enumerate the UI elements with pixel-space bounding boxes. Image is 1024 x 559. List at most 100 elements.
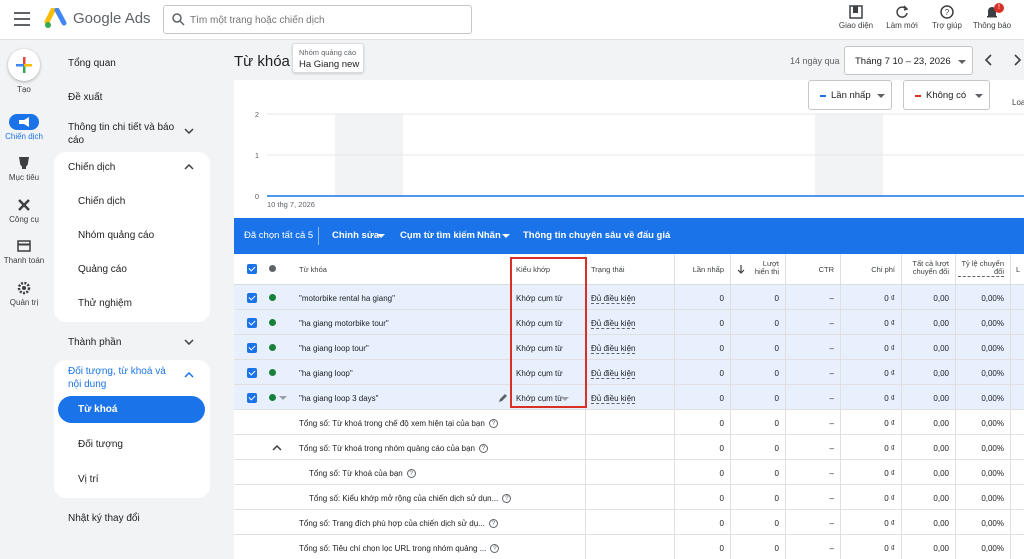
cell-all-conversions: 0,00 bbox=[902, 335, 956, 359]
cell-select bbox=[234, 435, 292, 459]
auction-insights-button[interactable]: Thông tin chuyên sâu về đấu giá bbox=[523, 230, 670, 241]
rail-item-admin[interactable]: Quản trị bbox=[0, 280, 48, 307]
top-bar: Google Ads Giao diện Làm mới ? Trợ giúp … bbox=[0, 0, 1024, 40]
appearance-button[interactable]: Giao diện bbox=[834, 4, 878, 30]
keyword-text[interactable]: "ha giang loop 3 days" bbox=[299, 394, 379, 403]
nav-campaigns-section[interactable]: Chiến dịch bbox=[68, 162, 188, 173]
edit-menu[interactable]: Chỉnh sửa bbox=[332, 230, 379, 241]
row-checkbox[interactable] bbox=[247, 368, 257, 378]
cell-impressions-value: 0 bbox=[774, 319, 779, 328]
row-checkbox[interactable] bbox=[247, 293, 257, 303]
cell-all-conversions: 0,00 bbox=[902, 410, 956, 434]
status-text[interactable]: Đủ điều kiện bbox=[591, 319, 636, 329]
chevron-down-icon[interactable] bbox=[184, 339, 194, 345]
chevron-up-icon[interactable] bbox=[184, 372, 194, 378]
chevron-right-icon[interactable] bbox=[1012, 54, 1022, 66]
nav-item-ads[interactable]: Quảng cáo bbox=[78, 264, 127, 275]
label-menu[interactable]: Nhãn bbox=[477, 230, 501, 241]
card-icon bbox=[17, 240, 31, 252]
nav-item-adgroups[interactable]: Nhóm quảng cáo bbox=[78, 230, 154, 241]
nav-overview[interactable]: Tổng quan bbox=[68, 58, 188, 69]
cell-impressions: 0 bbox=[731, 285, 786, 309]
adgroup-selector[interactable]: Nhóm quảng cáo Ha Giang new bbox=[292, 43, 364, 73]
help-icon[interactable]: ? bbox=[406, 469, 416, 479]
col-keyword[interactable]: Từ khóa bbox=[292, 254, 511, 284]
cell-impressions: 0 bbox=[731, 385, 786, 409]
caret-down-icon bbox=[502, 234, 510, 238]
col-ctr[interactable]: CTR bbox=[786, 254, 841, 284]
cell-match-type bbox=[511, 410, 586, 434]
search-box[interactable] bbox=[163, 5, 472, 34]
nav-recommendations[interactable]: Đề xuất bbox=[68, 92, 188, 103]
select-all-checkbox[interactable] bbox=[247, 264, 257, 274]
nav-audiences-section[interactable]: Đối tượng, từ khoá và nội dung bbox=[68, 365, 180, 391]
chevron-down-icon[interactable] bbox=[184, 128, 194, 134]
col-cut[interactable]: L bbox=[1011, 254, 1024, 284]
keyword-text[interactable]: "ha giang loop tour" bbox=[299, 344, 369, 353]
help-icon: ? bbox=[940, 5, 954, 19]
help-icon[interactable]: ? bbox=[490, 544, 500, 554]
rail-item-goals[interactable]: Mục tiêu bbox=[0, 155, 48, 182]
cell-cost: 0 ₫ bbox=[841, 310, 902, 334]
nav-item-audiences[interactable]: Đối tượng bbox=[78, 439, 123, 450]
chevron-left-icon[interactable] bbox=[984, 54, 994, 66]
help-icon[interactable]: ? bbox=[502, 494, 511, 504]
cell-all-conversions-value: 0,00 bbox=[933, 294, 949, 303]
keyword-text[interactable]: "motorbike rental ha giang" bbox=[299, 294, 395, 303]
nav-insights[interactable]: Thông tin chi tiết và báo cáo bbox=[68, 121, 176, 147]
pencil-icon[interactable] bbox=[498, 393, 508, 403]
table-row[interactable]: "ha giang loop 3 days" Khớp cụm từ Đủ điều… bbox=[234, 385, 1024, 410]
cell-impressions-value: 0 bbox=[774, 369, 779, 378]
status-text[interactable]: Đủ điều kiện bbox=[591, 394, 636, 404]
notifications-button[interactable]: ! Thông báo bbox=[970, 3, 1014, 30]
nav-item-experiments[interactable]: Thử nghiệm bbox=[78, 298, 132, 309]
row-checkbox[interactable] bbox=[247, 318, 257, 328]
cell-all-conversions: 0,00 bbox=[902, 485, 956, 509]
nav-item-keywords[interactable]: Từ khoá bbox=[58, 396, 205, 423]
keyword-text[interactable]: "ha giang motorbike tour" bbox=[299, 319, 389, 328]
table-row[interactable]: "ha giang motorbike tour" Khớp cụm từ Đủ đ… bbox=[234, 310, 1024, 335]
col-clicks[interactable]: Lần nhấp bbox=[675, 254, 731, 284]
nav-change-history[interactable]: Nhật ký thay đổi bbox=[68, 513, 188, 524]
menu-icon[interactable] bbox=[14, 12, 30, 26]
col-all-conversions[interactable]: Tất cả lượt chuyển đổi bbox=[902, 254, 956, 284]
create-button[interactable] bbox=[8, 49, 40, 81]
table-row[interactable]: "ha giang loop" Khớp cụm từ Đủ điều kiện 0 0… bbox=[234, 360, 1024, 385]
nav-assets[interactable]: Thành phần bbox=[68, 337, 188, 348]
col-impressions[interactable]: Lượt hiển thị bbox=[731, 254, 786, 284]
keyword-text[interactable]: "ha giang loop" bbox=[299, 369, 353, 378]
table-row[interactable]: "ha giang loop tour" Khớp cụm từ Đủ điều k… bbox=[234, 335, 1024, 360]
col-conv-rate[interactable]: Tỷ lệ chuyển đổi bbox=[956, 254, 1011, 284]
rail-item-tools[interactable]: Công cụ bbox=[0, 197, 48, 224]
cell-select bbox=[234, 485, 292, 509]
chevron-up-icon[interactable] bbox=[184, 164, 194, 170]
refresh-button[interactable]: Làm mới bbox=[880, 4, 924, 30]
search-terms-button[interactable]: Cụm từ tìm kiếm bbox=[400, 230, 475, 241]
date-range-picker[interactable]: Tháng 7 10 – 23, 2026 bbox=[844, 46, 973, 75]
nav-item-campaigns[interactable]: Chiến dịch bbox=[78, 196, 125, 207]
table-row[interactable]: "motorbike rental ha giang" Khớp cụm từ Đủ… bbox=[234, 285, 1024, 310]
cell-impressions: 0 bbox=[731, 510, 786, 534]
status-text[interactable]: Đủ điều kiện bbox=[591, 369, 636, 379]
row-checkbox[interactable] bbox=[247, 393, 257, 403]
col-status[interactable]: Trạng thái bbox=[586, 254, 675, 284]
row-checkbox[interactable] bbox=[247, 343, 257, 353]
status-text[interactable]: Đủ điều kiện bbox=[591, 294, 636, 304]
help-icon[interactable]: ? bbox=[488, 519, 498, 529]
rail-item-billing[interactable]: Thanh toán bbox=[0, 238, 48, 265]
rail-item-campaigns[interactable]: Chiến dịch bbox=[0, 114, 48, 141]
col-cost[interactable]: Chi phí bbox=[841, 254, 902, 284]
cell-impressions-value: 0 bbox=[774, 444, 779, 453]
cell-impressions-value: 0 bbox=[774, 419, 779, 428]
status-text[interactable]: Đủ điều kiện bbox=[591, 344, 636, 354]
chevron-up-icon[interactable] bbox=[272, 445, 282, 451]
help-icon[interactable]: ? bbox=[488, 419, 498, 429]
cell-ctr: – bbox=[786, 485, 841, 509]
nav-item-placements[interactable]: Vị trí bbox=[78, 474, 99, 485]
totals-row: Tổng số: Từ khoá trong chế độ xem hiện t… bbox=[234, 410, 1024, 435]
cell-clicks-value: 0 bbox=[719, 344, 724, 353]
status-caret-icon[interactable] bbox=[279, 396, 287, 400]
help-button[interactable]: ? Trợ giúp bbox=[925, 4, 969, 30]
search-input[interactable] bbox=[190, 11, 460, 29]
help-icon[interactable]: ? bbox=[479, 444, 488, 454]
